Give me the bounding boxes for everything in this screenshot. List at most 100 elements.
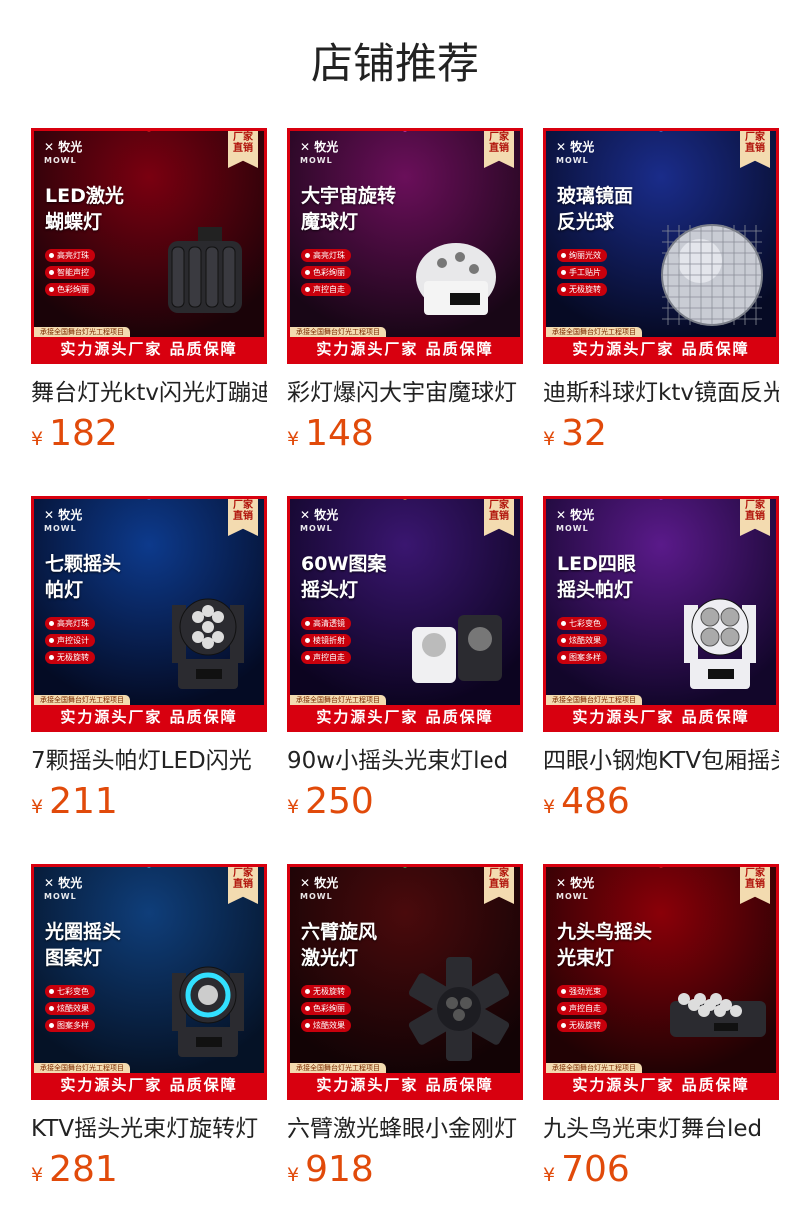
price-value: 250 (305, 781, 374, 822)
product-card[interactable]: ✕ 牧光 MOWL 厂家 直销 七颗摇头 帕灯 高亮灯珠 声控设计 无极旋转 承接全国舞台灯光工… (31, 496, 271, 824)
mirror-ball-image (661, 224, 763, 326)
price-value: 211 (49, 781, 118, 822)
product-price: ¥706 (543, 1148, 783, 1192)
feature-tag: 无极旋转 (557, 1019, 607, 1032)
brand-logo: ✕ 牧光 MOWL (556, 877, 594, 903)
brand-logo: ✕ 牧光 MOWL (556, 509, 594, 535)
currency-symbol: ¥ (287, 796, 300, 818)
brand-sub: MOWL (44, 524, 77, 533)
product-image[interactable]: ✕ 牧光 MOWL 厂家 直销 大宇宙旋转 魔球灯 高亮灯珠 色彩绚丽 声控自走 承接全国舞台灯… (287, 128, 523, 364)
feature-tag: 七彩变色 (45, 985, 95, 998)
six-arm-image (408, 957, 510, 1061)
product-title[interactable]: 90w小摇头光束灯led (287, 744, 523, 778)
feature-list: 绚丽光效 手工贴片 无极旋转 (557, 249, 607, 300)
project-strip: 承接全国舞台灯光工程项目 (290, 695, 386, 705)
product-card[interactable]: ✕ 牧光 MOWL 厂家 直销 光圈摇头 图案灯 七彩变色 炫酷效果 图案多样 承接全国舞台灯光… (31, 864, 271, 1192)
feature-tag: 强劲光束 (557, 985, 607, 998)
feature-tag: 色彩绚丽 (301, 1002, 351, 1015)
project-strip: 承接全国舞台灯光工程项目 (34, 1063, 130, 1073)
quality-banner: 实力源头厂家 品质保障 (290, 1073, 520, 1097)
product-title[interactable]: KTV摇头光束灯旋转灯 (31, 1112, 267, 1146)
brand-sub: MOWL (556, 892, 589, 901)
product-title[interactable]: 7颗摇头帕灯LED闪光 (31, 744, 267, 778)
feature-tag: 图案多样 (557, 651, 607, 664)
product-price: ¥211 (31, 780, 271, 824)
feature-tag: 声控自走 (301, 283, 351, 296)
product-price: ¥486 (543, 780, 783, 824)
feature-tag: 图案多样 (45, 1019, 95, 1032)
nine-head-image (670, 993, 766, 1037)
product-card[interactable]: ✕ 牧光 MOWL 厂家 直销 玻璃镜面 反光球 绚丽光效 手工贴片 无极旋转 承接全国舞台灯光… (543, 128, 783, 456)
brand-name: ✕ 牧光 (300, 876, 339, 890)
brand-logo: ✕ 牧光 MOWL (44, 509, 82, 535)
product-title[interactable]: 迪斯科球灯ktv镜面反光球 (543, 376, 779, 410)
price-value: 918 (305, 1149, 374, 1190)
product-image[interactable]: ✕ 牧光 MOWL 厂家 直销 光圈摇头 图案灯 七彩变色 炫酷效果 图案多样 承接全国舞台灯光… (31, 864, 267, 1100)
product-image[interactable]: ✕ 牧光 MOWL 厂家 直销 玻璃镜面 反光球 绚丽光效 手工贴片 无极旋转 承接全国舞台灯光… (543, 128, 779, 364)
brand-sub: MOWL (556, 524, 589, 533)
butterfly-light-image (168, 227, 242, 313)
brand-sub: MOWL (44, 156, 77, 165)
currency-symbol: ¥ (543, 796, 556, 818)
brand-name: ✕ 牧光 (44, 508, 83, 522)
brand-name: ✕ 牧光 (556, 508, 595, 522)
product-card[interactable]: ✕ 牧光 MOWL 厂家 直销 LED四眼 摇头帕灯 七彩变色 炫酷效果 图案多样 承接全国舞台… (543, 496, 783, 824)
product-image[interactable]: ✕ 牧光 MOWL 厂家 直销 LED激光 蝴蝶灯 高亮灯珠 智能声控 色彩绚丽 承接全国舞台灯… (31, 128, 267, 364)
feature-tag: 无极旋转 (301, 985, 351, 998)
product-title[interactable]: 彩灯爆闪大宇宙魔球灯 (287, 376, 523, 410)
pattern-heads-image (412, 615, 502, 683)
currency-symbol: ¥ (31, 428, 44, 450)
feature-tag: 高亮灯珠 (301, 249, 351, 262)
product-image[interactable]: ✕ 牧光 MOWL 厂家 直销 LED四眼 摇头帕灯 七彩变色 炫酷效果 图案多样 承接全国舞台… (543, 496, 779, 732)
feature-tag: 七彩变色 (557, 617, 607, 630)
quality-banner: 实力源头厂家 品质保障 (546, 337, 776, 361)
product-card[interactable]: ✕ 牧光 MOWL 厂家 直销 六臂旋风 激光灯 无极旋转 色彩绚丽 炫酷效果 承接全国舞台灯光… (287, 864, 527, 1192)
project-strip: 承接全国舞台灯光工程项目 (546, 327, 642, 337)
quality-banner: 实力源头厂家 品质保障 (34, 1073, 264, 1097)
price-value: 281 (49, 1149, 118, 1190)
product-price: ¥182 (31, 412, 271, 456)
feature-tag: 无极旋转 (45, 651, 95, 664)
feature-tag: 高亮灯珠 (45, 617, 95, 630)
feature-tag: 声控自走 (301, 651, 351, 664)
price-value: 486 (561, 781, 630, 822)
feature-tag: 智能声控 (45, 266, 95, 279)
feature-list: 高亮灯珠声控设计无极旋转 (45, 617, 95, 668)
product-image[interactable]: ✕ 牧光 MOWL 厂家 直销 七颗摇头 帕灯 高亮灯珠 声控设计 无极旋转 承接全国舞台灯光工… (31, 496, 267, 732)
brand-name: ✕ 牧光 (556, 876, 595, 890)
currency-symbol: ¥ (543, 1164, 556, 1186)
product-image[interactable]: ✕ 牧光 MOWL 厂家 直销 六臂旋风 激光灯 无极旋转 色彩绚丽 炫酷效果 承接全国舞台灯光… (287, 864, 523, 1100)
product-image[interactable]: ✕ 牧光 MOWL 厂家 直销 九头鸟摇头 光束灯 强劲光束 声控自走 无极旋转 承接全国舞台灯… (543, 864, 779, 1100)
brand-name: ✕ 牧光 (300, 508, 339, 522)
project-strip: 承接全国舞台灯光工程项目 (34, 695, 130, 705)
currency-symbol: ¥ (543, 428, 556, 450)
brand-logo: ✕ 牧光 MOWL (300, 141, 338, 167)
product-price: ¥918 (287, 1148, 527, 1192)
feature-list: 强劲光束 声控自走 无极旋转 (557, 985, 607, 1036)
product-price: ¥250 (287, 780, 527, 824)
quality-banner: 实力源头厂家 品质保障 (546, 1073, 776, 1097)
brand-sub: MOWL (556, 156, 589, 165)
product-title[interactable]: 六臂激光蜂眼小金刚灯 (287, 1112, 523, 1146)
product-image[interactable]: ✕ 牧光 MOWL 厂家 直销 60W图案 摇头灯 高清透镜 棱镜折射 声控自走 承接全国舞台灯… (287, 496, 523, 732)
brand-name: ✕ 牧光 (44, 876, 83, 890)
product-card[interactable]: ✕ 牧光 MOWL 厂家 直销 九头鸟摇头 光束灯 强劲光束 声控自走 无极旋转 承接全国舞台灯… (543, 864, 783, 1192)
product-grid: ✕ 牧光 MOWL 厂家 直销 LED激光 蝴蝶灯 高亮灯珠 智能声控 色彩绚丽 承接全国舞台灯… (31, 128, 790, 1232)
product-card[interactable]: ✕ 牧光 MOWL 厂家 直销 60W图案 摇头灯 高清透镜 棱镜折射 声控自走 承接全国舞台灯… (287, 496, 527, 824)
product-card[interactable]: ✕ 牧光 MOWL 厂家 直销 大宇宙旋转 魔球灯 高亮灯珠 色彩绚丽 声控自走 承接全国舞台灯… (287, 128, 527, 456)
feature-tag: 高清透镜 (301, 617, 351, 630)
brand-sub: MOWL (300, 156, 333, 165)
project-strip: 承接全国舞台灯光工程项目 (546, 1063, 642, 1073)
feature-tag: 炫酷效果 (301, 1019, 351, 1032)
quality-banner: 实力源头厂家 品质保障 (34, 337, 264, 361)
magic-ball-image (416, 243, 496, 315)
feature-tag: 声控设计 (45, 634, 95, 647)
product-title[interactable]: 九头鸟光束灯舞台led (543, 1112, 779, 1146)
product-card[interactable]: ✕ 牧光 MOWL 厂家 直销 LED激光 蝴蝶灯 高亮灯珠 智能声控 色彩绚丽 承接全国舞台灯… (31, 128, 271, 456)
product-title[interactable]: 四眼小钢炮KTV包厢摇头 (543, 744, 779, 778)
currency-symbol: ¥ (31, 1164, 44, 1186)
brand-logo: ✕ 牧光 MOWL (556, 141, 594, 167)
feature-list: 无极旋转色彩绚丽炫酷效果 (301, 985, 351, 1036)
product-title[interactable]: 舞台灯光ktv闪光灯蹦迪灯 (31, 376, 267, 410)
feature-tag: 色彩绚丽 (301, 266, 351, 279)
